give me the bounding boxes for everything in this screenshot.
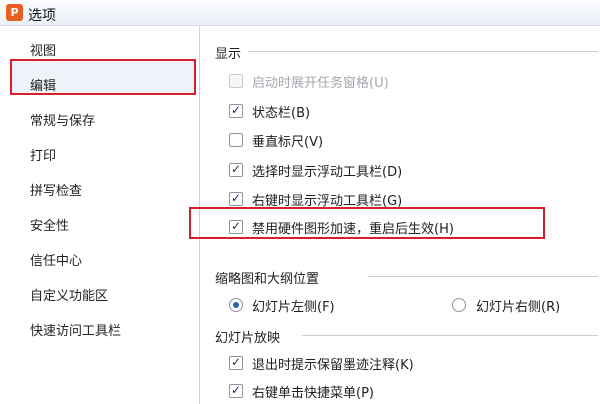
right-click-shortcut-menu-checkbox[interactable]	[229, 382, 243, 398]
sidebar-item-trust-center[interactable]: 信任中心	[30, 252, 82, 272]
vertical-ruler-label: 垂直标尺(V)	[252, 135, 324, 150]
expand-task-pane-label: 启动时展开任务窗格(U)	[252, 76, 389, 91]
sidebar-item-customize-ribbon[interactable]: 自定义功能区	[30, 287, 108, 307]
vertical-ruler-checkbox[interactable]	[229, 133, 243, 147]
sidebar-item-print[interactable]: 打印	[30, 147, 56, 167]
slides-left-radio[interactable]	[229, 298, 243, 312]
status-bar-label: 状态栏(B)	[252, 106, 311, 121]
thumbnail-position-group-title: 缩略图和大纲位置	[215, 272, 320, 287]
slides-right-label: 幻灯片右侧(R)	[476, 300, 561, 315]
expand-task-pane-checkbox[interactable]	[229, 74, 243, 88]
slides-right-radio[interactable]	[452, 298, 466, 312]
keep-ink-annotations-label: 退出时提示保留墨迹注释(K)	[252, 358, 414, 373]
disable-hardware-acceleration-checkbox[interactable]	[229, 218, 243, 234]
app-logo-icon: P	[6, 4, 23, 21]
window-title: 选项	[28, 8, 56, 24]
sidebar-item-security[interactable]: 安全性	[30, 217, 69, 237]
thumbnail-group-divider	[368, 276, 598, 277]
keep-ink-annotations-checkbox[interactable]	[229, 354, 243, 370]
sidebar-item-quick-access-toolbar[interactable]: 快速访问工具栏	[30, 322, 121, 342]
sidebar-item-edit[interactable]: 编辑	[30, 77, 56, 97]
sidebar-item-spelling[interactable]: 拼写检查	[30, 182, 82, 202]
right-click-shortcut-menu-label: 右键单击快捷菜单(P)	[252, 386, 374, 401]
category-sidebar: 视图 编辑 常规与保存 打印 拼写检查 安全性 信任中心 自定义功能区 快速访问…	[0, 26, 200, 404]
right-click-floating-toolbar-checkbox[interactable]	[229, 190, 243, 206]
status-bar-checkbox[interactable]	[229, 102, 243, 118]
disable-hardware-acceleration-label: 禁用硬件图形加速，重启后生效(H)	[252, 222, 454, 237]
selection-floating-toolbar-checkbox[interactable]	[229, 161, 243, 177]
slides-left-label: 幻灯片左侧(F)	[252, 300, 335, 315]
selection-floating-toolbar-label: 选择时显示浮动工具栏(D)	[252, 165, 403, 180]
title-bar: P 选项	[0, 0, 600, 26]
slideshow-group-title: 幻灯片放映	[215, 331, 281, 346]
display-group-title: 显示	[215, 47, 242, 62]
sidebar-item-general-save[interactable]: 常规与保存	[30, 112, 95, 132]
display-group-divider	[248, 51, 598, 52]
slideshow-group-divider	[302, 335, 598, 336]
sidebar-item-view[interactable]: 视图	[30, 42, 56, 62]
